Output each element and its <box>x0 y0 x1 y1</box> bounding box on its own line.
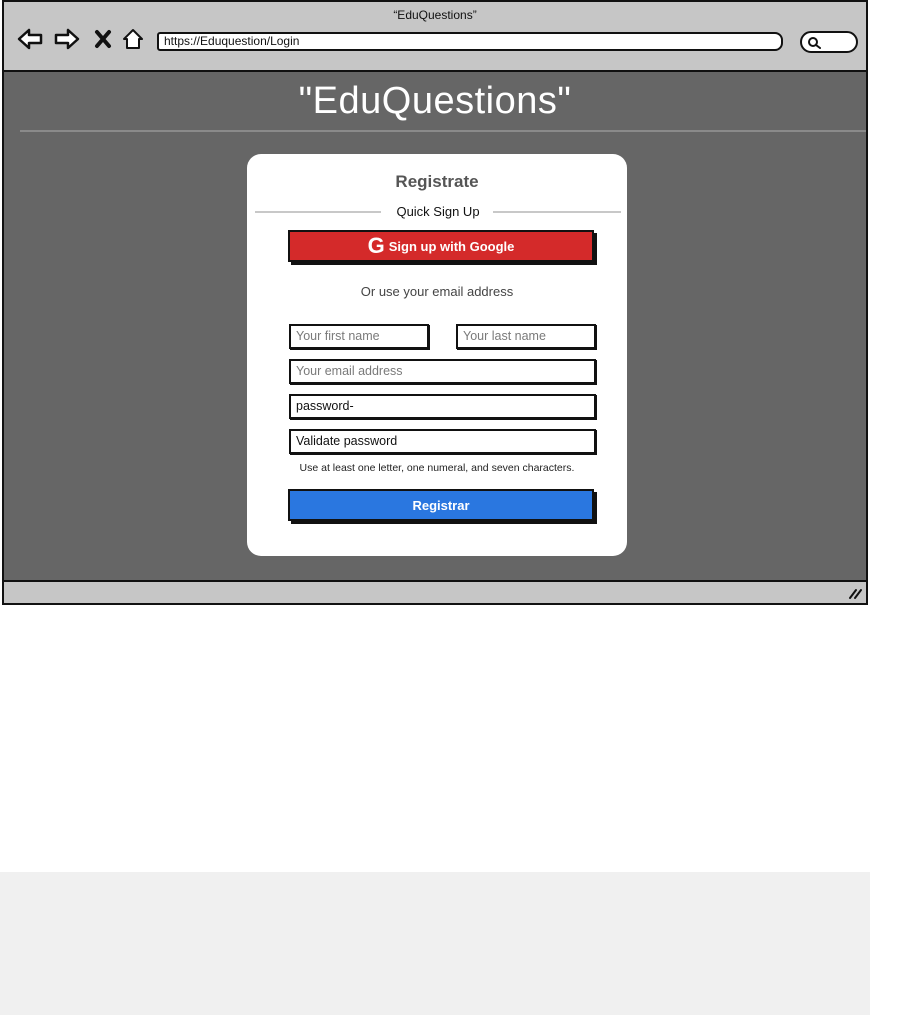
first-name-field[interactable]: Your first name <box>289 324 429 349</box>
password-field[interactable]: password- <box>289 394 596 419</box>
last-name-field[interactable]: Your last name <box>456 324 596 349</box>
back-button[interactable] <box>16 25 44 53</box>
window-title: “EduQuestions” <box>393 8 477 22</box>
google-icon: G <box>367 233 385 258</box>
search-icon <box>808 37 821 49</box>
page-title: "EduQuestions" <box>298 80 572 122</box>
x-icon <box>95 30 111 48</box>
email-option-text: Or use your email address <box>360 284 514 299</box>
resize-grip-icon[interactable] <box>848 586 862 600</box>
status-bar <box>4 580 866 603</box>
stop-button[interactable] <box>89 25 117 53</box>
quick-signup-divider: Quick Sign Up <box>255 202 621 222</box>
validate-password-field[interactable]: Validate password <box>289 429 596 454</box>
address-bar[interactable]: https://Eduquestion/Login <box>157 32 783 51</box>
password-hint: Use at least one letter, one numeral, an… <box>299 462 575 474</box>
arrow-left-icon <box>17 28 43 50</box>
form-title: Registrate <box>395 172 479 191</box>
google-signup-button[interactable]: G Sign up with Google <box>288 230 594 262</box>
divider-line-right <box>493 211 621 213</box>
email-field[interactable]: Your email address <box>289 359 596 384</box>
title-divider <box>20 130 866 132</box>
forward-button[interactable] <box>53 25 81 53</box>
register-button[interactable]: Registrar <box>288 489 594 521</box>
browser-toolbar: “EduQuestions” https://Eduquestion/Login <box>4 2 866 72</box>
search-button[interactable] <box>800 31 858 53</box>
browser-window: “EduQuestions” https://Eduquestion/Login <box>2 0 868 605</box>
registration-card: Registrate Quick Sign Up G Sign up with … <box>247 154 627 556</box>
bottom-panel <box>0 872 870 1015</box>
home-button[interactable] <box>119 25 147 53</box>
google-signup-label: Sign up with Google <box>388 238 515 254</box>
arrow-right-icon <box>54 28 80 50</box>
home-icon <box>123 29 143 49</box>
